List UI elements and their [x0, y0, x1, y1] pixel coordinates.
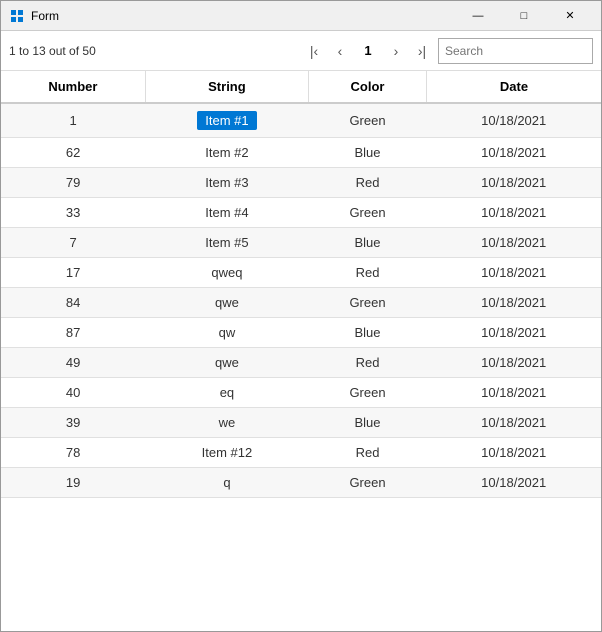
cell-color: Green	[309, 468, 427, 498]
cell-number: 78	[1, 438, 145, 468]
table-row[interactable]: 1Item #1Green10/18/2021	[1, 103, 601, 138]
cell-string: q	[145, 468, 308, 498]
cell-color: Green	[309, 198, 427, 228]
results-table: Number String Color Date 1Item #1Green10…	[1, 71, 601, 498]
pagination-info: 1 to 13 out of 50	[9, 44, 298, 58]
current-page: 1	[354, 39, 382, 63]
last-page-button[interactable]: ›|	[410, 39, 434, 63]
table-row[interactable]: 87qwBlue10/18/2021	[1, 318, 601, 348]
table-row[interactable]: 39weBlue10/18/2021	[1, 408, 601, 438]
cell-date: 10/18/2021	[426, 103, 601, 138]
window-icon	[9, 8, 25, 24]
window-controls: — □ ✕	[455, 1, 593, 31]
cell-color: Red	[309, 168, 427, 198]
cell-color: Green	[309, 103, 427, 138]
cell-date: 10/18/2021	[426, 408, 601, 438]
table-row[interactable]: 79Item #3Red10/18/2021	[1, 168, 601, 198]
maximize-button[interactable]: □	[501, 1, 547, 31]
col-header-color: Color	[309, 71, 427, 103]
cell-date: 10/18/2021	[426, 198, 601, 228]
close-button[interactable]: ✕	[547, 1, 593, 31]
cell-string: Item #5	[145, 228, 308, 258]
cell-number: 79	[1, 168, 145, 198]
cell-string: qwe	[145, 348, 308, 378]
cell-number: 62	[1, 138, 145, 168]
cell-color: Blue	[309, 408, 427, 438]
col-header-date: Date	[426, 71, 601, 103]
main-window: Form — □ ✕ 1 to 13 out of 50 |‹ ‹ 1 › ›|…	[0, 0, 602, 632]
cell-date: 10/18/2021	[426, 378, 601, 408]
cell-number: 40	[1, 378, 145, 408]
col-header-string: String	[145, 71, 308, 103]
next-page-button[interactable]: ›	[384, 39, 408, 63]
cell-color: Red	[309, 348, 427, 378]
title-bar: Form — □ ✕	[1, 1, 601, 31]
cell-color: Blue	[309, 138, 427, 168]
cell-date: 10/18/2021	[426, 258, 601, 288]
cell-string: eq	[145, 378, 308, 408]
cell-date: 10/18/2021	[426, 438, 601, 468]
cell-number: 49	[1, 348, 145, 378]
cell-string: we	[145, 408, 308, 438]
minimize-button[interactable]: —	[455, 1, 501, 31]
cell-number: 33	[1, 198, 145, 228]
cell-string: Item #4	[145, 198, 308, 228]
cell-string: Item #3	[145, 168, 308, 198]
cell-string: qweq	[145, 258, 308, 288]
cell-date: 10/18/2021	[426, 468, 601, 498]
table-row[interactable]: 33Item #4Green10/18/2021	[1, 198, 601, 228]
cell-number: 17	[1, 258, 145, 288]
table-header-row: Number String Color Date	[1, 71, 601, 103]
cell-number: 7	[1, 228, 145, 258]
table-row[interactable]: 40eqGreen10/18/2021	[1, 378, 601, 408]
cell-date: 10/18/2021	[426, 138, 601, 168]
cell-number: 87	[1, 318, 145, 348]
prev-page-button[interactable]: ‹	[328, 39, 352, 63]
cell-number: 19	[1, 468, 145, 498]
cell-string: Item #2	[145, 138, 308, 168]
cell-date: 10/18/2021	[426, 318, 601, 348]
col-header-number: Number	[1, 71, 145, 103]
cell-number: 84	[1, 288, 145, 318]
pagination-controls: |‹ ‹ 1 › ›|	[302, 39, 434, 63]
cell-color: Red	[309, 258, 427, 288]
table-row[interactable]: 78Item #12Red10/18/2021	[1, 438, 601, 468]
cell-string: qw	[145, 318, 308, 348]
table-row[interactable]: 7Item #5Blue10/18/2021	[1, 228, 601, 258]
cell-date: 10/18/2021	[426, 288, 601, 318]
cell-color: Red	[309, 438, 427, 468]
table-row[interactable]: 17qweqRed10/18/2021	[1, 258, 601, 288]
search-input[interactable]	[438, 38, 593, 64]
cell-string: qwe	[145, 288, 308, 318]
cell-color: Blue	[309, 228, 427, 258]
window-title: Form	[31, 9, 455, 23]
cell-number: 39	[1, 408, 145, 438]
cell-color: Blue	[309, 318, 427, 348]
cell-date: 10/18/2021	[426, 228, 601, 258]
cell-date: 10/18/2021	[426, 168, 601, 198]
first-page-button[interactable]: |‹	[302, 39, 326, 63]
data-table: Number String Color Date 1Item #1Green10…	[1, 71, 601, 631]
table-row[interactable]: 62Item #2Blue10/18/2021	[1, 138, 601, 168]
table-row[interactable]: 49qweRed10/18/2021	[1, 348, 601, 378]
cell-color: Green	[309, 288, 427, 318]
cell-string: Item #1	[145, 103, 308, 138]
table-row[interactable]: 19qGreen10/18/2021	[1, 468, 601, 498]
cell-date: 10/18/2021	[426, 348, 601, 378]
table-row[interactable]: 84qweGreen10/18/2021	[1, 288, 601, 318]
toolbar: 1 to 13 out of 50 |‹ ‹ 1 › ›|	[1, 31, 601, 71]
cell-color: Green	[309, 378, 427, 408]
cell-string: Item #12	[145, 438, 308, 468]
cell-number: 1	[1, 103, 145, 138]
